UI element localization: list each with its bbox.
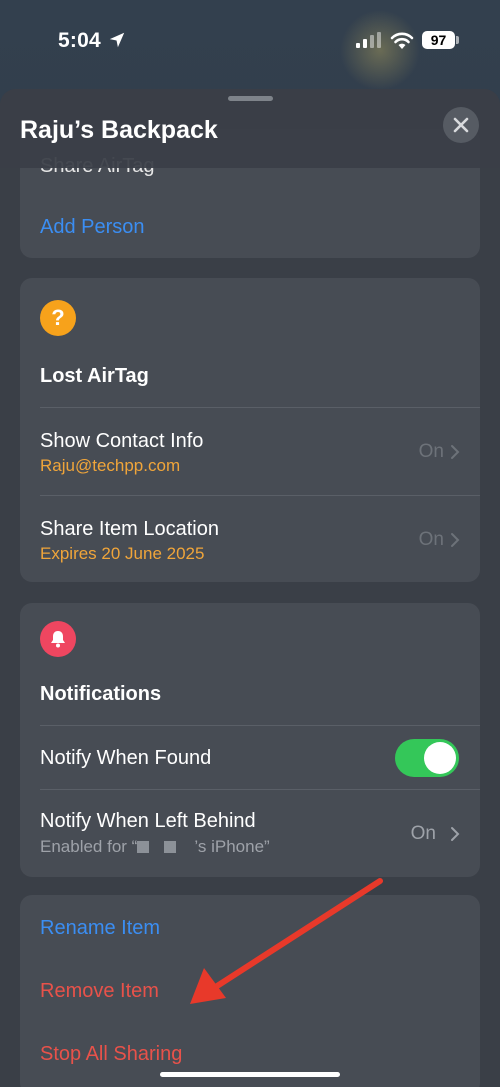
notify-left-behind-state: On (410, 823, 436, 844)
notify-when-left-behind-label: Notify When Left Behind (40, 810, 256, 832)
notify-when-found-label: Notify When Found (40, 747, 212, 769)
chevron-right-icon (451, 445, 460, 459)
bell-icon (51, 631, 65, 648)
show-contact-info-value: On (419, 441, 460, 463)
share-item-location-state: On (418, 529, 444, 550)
remove-item-button[interactable]: Remove Item (40, 980, 159, 1003)
actions-card: Rename Item Remove Item Stop All Sharing (20, 895, 480, 1087)
status-bar: 5:04 97 (0, 0, 500, 82)
notifications-title: Notifications (40, 683, 162, 705)
wifi-icon (390, 32, 414, 49)
share-item-location-value: On (419, 529, 460, 551)
bell-icon-badge (40, 621, 76, 657)
toggle-knob (424, 742, 456, 774)
redacted-name-block (163, 841, 176, 853)
location-arrow-icon (109, 32, 125, 48)
notify-when-found-row: Notify When Found (20, 726, 480, 789)
cellular-signal-icon (356, 32, 381, 48)
notify-when-left-behind-row[interactable]: Notify When Left Behind Enabled for “ ’s… (20, 790, 480, 877)
close-button[interactable] (443, 107, 479, 143)
stop-all-sharing-button[interactable]: Stop All Sharing (40, 1043, 182, 1066)
share-item-location-label: Share Item Location (40, 518, 219, 540)
close-icon (453, 117, 469, 133)
redacted-name-block (137, 841, 150, 853)
show-contact-info-row[interactable]: Show Contact Info Raju@techpp.com On (20, 408, 480, 495)
enabled-for-suffix: ’s iPhone” (194, 837, 270, 856)
battery-icon: 97 (422, 31, 455, 49)
sheet-grabber[interactable] (228, 96, 273, 101)
sheet-header: Raju’s Backpack (0, 89, 500, 168)
rename-item-button[interactable]: Rename Item (40, 917, 160, 940)
enabled-for-prefix: Enabled for “ (40, 837, 138, 856)
share-item-location-row[interactable]: Share Item Location Expires 20 June 2025… (20, 496, 480, 582)
notify-left-behind-value: On (411, 823, 460, 845)
home-indicator (160, 1072, 340, 1077)
notify-when-found-toggle[interactable] (395, 739, 459, 777)
show-contact-info-label: Show Contact Info (40, 430, 204, 452)
lost-airtag-title: Lost AirTag (40, 365, 149, 387)
share-location-expiry: Expires 20 June 2025 (40, 544, 205, 563)
question-mark-icon: ? (40, 300, 76, 336)
add-person-link[interactable]: Add Person (40, 216, 145, 239)
chevron-right-icon (451, 533, 460, 547)
status-time: 5:04 (58, 29, 101, 52)
chevron-right-icon (451, 827, 460, 841)
item-detail-sheet: Raju’s Backpack Share AirTag Add Person … (0, 89, 500, 1087)
notifications-card: Notifications Notify When Found Notify W… (20, 603, 480, 877)
show-contact-info-state: On (418, 441, 444, 462)
left-behind-enabled-for: Enabled for “ ’s iPhone” (40, 837, 270, 857)
sheet-title: Raju’s Backpack (20, 116, 218, 144)
lost-airtag-card: ? Lost AirTag Show Contact Info Raju@tec… (20, 278, 480, 582)
contact-email: Raju@techpp.com (40, 456, 181, 475)
battery-tip (456, 36, 459, 44)
